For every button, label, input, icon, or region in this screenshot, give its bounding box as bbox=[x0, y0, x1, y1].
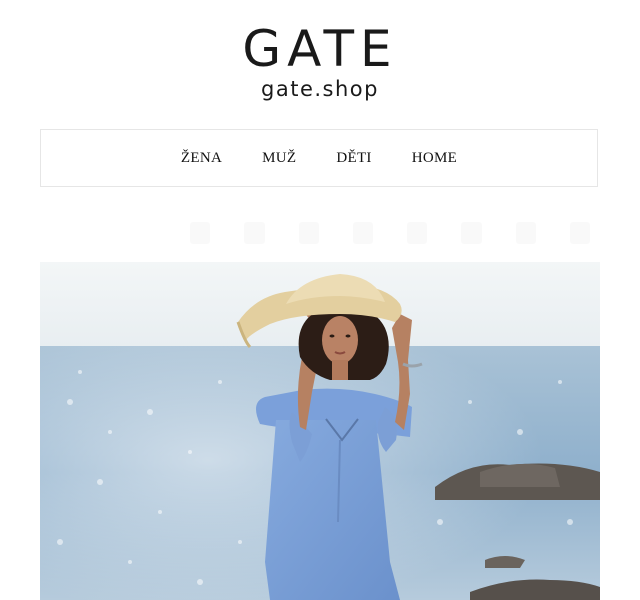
nav-item-deti[interactable]: DĚTI bbox=[336, 150, 371, 167]
nav-item-muz[interactable]: MUŽ bbox=[262, 150, 296, 167]
hero-image bbox=[40, 262, 600, 600]
header: GATE gate.shop bbox=[0, 22, 640, 102]
nav-item-home[interactable]: HOME bbox=[412, 150, 457, 167]
nav-item-zena[interactable]: ŽENA bbox=[181, 150, 222, 167]
brand-domain[interactable]: gate.shop bbox=[0, 76, 640, 102]
hero-banner[interactable] bbox=[40, 262, 600, 600]
brand-logo[interactable]: GATE bbox=[0, 22, 640, 76]
faint-icon-strip bbox=[190, 222, 590, 244]
main-navigation: ŽENA MUŽ DĚTI HOME bbox=[40, 129, 598, 187]
